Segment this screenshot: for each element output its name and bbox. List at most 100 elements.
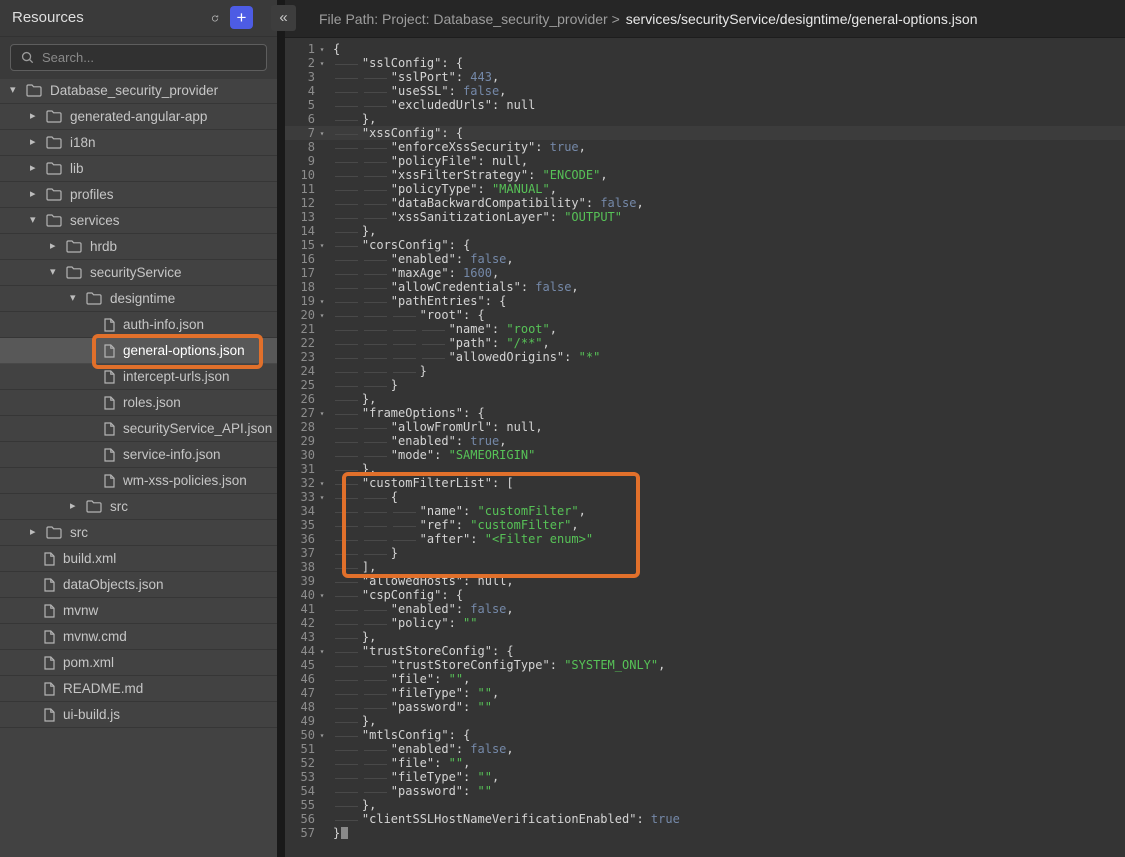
code-line-46[interactable]: 46"file": "", [285,672,1125,686]
gutter[interactable]: 39 [285,574,333,588]
gutter[interactable]: 20▾ [285,308,333,323]
code-line-47[interactable]: 47"fileType": "", [285,686,1125,700]
tree-item-securityservice[interactable]: ▾securityService [0,260,277,286]
chevron-right-icon[interactable]: ▸ [30,137,46,148]
gutter[interactable]: 34 [285,504,333,518]
gutter[interactable]: 28 [285,420,333,434]
gutter[interactable]: 57 [285,826,333,840]
tree-item-designtime[interactable]: ▾designtime [0,286,277,312]
tree-item-mvnw[interactable]: mvnw [0,598,277,624]
gutter[interactable]: 43 [285,630,333,644]
code-line-30[interactable]: 30"mode": "SAMEORIGIN" [285,448,1125,462]
tree-item-database-security-provider[interactable]: ▾Database_security_provider [0,78,277,104]
gutter[interactable]: 2▾ [285,56,333,71]
chevron-right-icon[interactable]: ▸ [30,163,46,174]
code-line-29[interactable]: 29"enabled": true, [285,434,1125,448]
fold-arrow-icon[interactable]: ▾ [315,491,329,505]
chevron-right-icon[interactable]: ▸ [50,241,66,252]
gutter[interactable]: 23 [285,350,333,364]
gutter[interactable]: 11 [285,182,333,196]
code-line-38[interactable]: 38], [285,560,1125,574]
code-line-15[interactable]: 15▾"corsConfig": { [285,238,1125,252]
gutter[interactable]: 48 [285,700,333,714]
gutter[interactable]: 10 [285,168,333,182]
code-editor[interactable]: 1▾{2▾"sslConfig": {3"sslPort": 443,4"use… [285,38,1125,857]
gutter[interactable]: 49 [285,714,333,728]
gutter[interactable]: 29 [285,434,333,448]
code-line-25[interactable]: 25} [285,378,1125,392]
fold-arrow-icon[interactable]: ▾ [315,477,329,491]
tree-item-service-info-json[interactable]: service-info.json [0,442,277,468]
tree-item-ui-build-js[interactable]: ui-build.js [0,702,277,728]
gutter[interactable]: 26 [285,392,333,406]
code-line-21[interactable]: 21"name": "root", [285,322,1125,336]
gutter[interactable]: 8 [285,140,333,154]
code-line-20[interactable]: 20▾"root": { [285,308,1125,322]
gutter[interactable]: 25 [285,378,333,392]
gutter[interactable]: 24 [285,364,333,378]
code-line-23[interactable]: 23"allowedOrigins": "*" [285,350,1125,364]
refresh-button[interactable] [205,8,225,28]
gutter[interactable]: 15▾ [285,238,333,253]
fold-arrow-icon[interactable]: ▾ [315,407,329,421]
gutter[interactable]: 7▾ [285,126,333,141]
tree-item-services[interactable]: ▾services [0,208,277,234]
chevron-right-icon[interactable]: ▸ [70,501,86,512]
code-line-6[interactable]: 6}, [285,112,1125,126]
code-line-40[interactable]: 40▾"cspConfig": { [285,588,1125,602]
gutter[interactable]: 51 [285,742,333,756]
fold-arrow-icon[interactable]: ▾ [315,57,329,71]
gutter[interactable]: 18 [285,280,333,294]
gutter[interactable]: 22 [285,336,333,350]
code-line-31[interactable]: 31}, [285,462,1125,476]
code-line-34[interactable]: 34"name": "customFilter", [285,504,1125,518]
gutter[interactable]: 1▾ [285,42,333,57]
code-line-50[interactable]: 50▾"mtlsConfig": { [285,728,1125,742]
gutter[interactable]: 50▾ [285,728,333,743]
chevron-right-icon[interactable]: ▸ [30,527,46,538]
tree-item-generated-angular-app[interactable]: ▸generated-angular-app [0,104,277,130]
code-line-18[interactable]: 18"allowCredentials": false, [285,280,1125,294]
tree-item-src[interactable]: ▸src [0,520,277,546]
collapse-sidebar-button[interactable]: « [271,5,296,31]
code-line-7[interactable]: 7▾"xssConfig": { [285,126,1125,140]
fold-arrow-icon[interactable]: ▾ [315,729,329,743]
code-line-9[interactable]: 9"policyFile": null, [285,154,1125,168]
gutter[interactable]: 13 [285,210,333,224]
gutter[interactable]: 46 [285,672,333,686]
tree-item-intercept-urls-json[interactable]: intercept-urls.json [0,364,277,390]
search-input[interactable] [40,49,244,66]
gutter[interactable]: 38 [285,560,333,574]
tree-item-pom-xml[interactable]: pom.xml [0,650,277,676]
gutter[interactable]: 30 [285,448,333,462]
tree-item-wm-xss-policies-json[interactable]: wm-xss-policies.json [0,468,277,494]
fold-arrow-icon[interactable]: ▾ [315,43,329,57]
code-line-12[interactable]: 12"dataBackwardCompatibility": false, [285,196,1125,210]
code-line-54[interactable]: 54"password": "" [285,784,1125,798]
code-line-33[interactable]: 33▾{ [285,490,1125,504]
gutter[interactable]: 37 [285,546,333,560]
gutter[interactable]: 32▾ [285,476,333,491]
gutter[interactable]: 35 [285,518,333,532]
code-line-22[interactable]: 22"path": "/**", [285,336,1125,350]
code-line-13[interactable]: 13"xssSanitizationLayer": "OUTPUT" [285,210,1125,224]
code-line-48[interactable]: 48"password": "" [285,700,1125,714]
code-line-41[interactable]: 41"enabled": false, [285,602,1125,616]
code-line-26[interactable]: 26}, [285,392,1125,406]
code-line-10[interactable]: 10"xssFilterStrategy": "ENCODE", [285,168,1125,182]
gutter[interactable]: 45 [285,658,333,672]
gutter[interactable]: 41 [285,602,333,616]
chevron-down-icon[interactable]: ▾ [30,215,46,226]
code-line-17[interactable]: 17"maxAge": 1600, [285,266,1125,280]
code-line-51[interactable]: 51"enabled": false, [285,742,1125,756]
code-line-55[interactable]: 55}, [285,798,1125,812]
search-box[interactable] [10,44,267,71]
fold-arrow-icon[interactable]: ▾ [315,589,329,603]
gutter[interactable]: 42 [285,616,333,630]
tree-item-build-xml[interactable]: build.xml [0,546,277,572]
gutter[interactable]: 5 [285,98,333,112]
gutter[interactable]: 40▾ [285,588,333,603]
tree-item-profiles[interactable]: ▸profiles [0,182,277,208]
gutter[interactable]: 6 [285,112,333,126]
gutter[interactable]: 47 [285,686,333,700]
